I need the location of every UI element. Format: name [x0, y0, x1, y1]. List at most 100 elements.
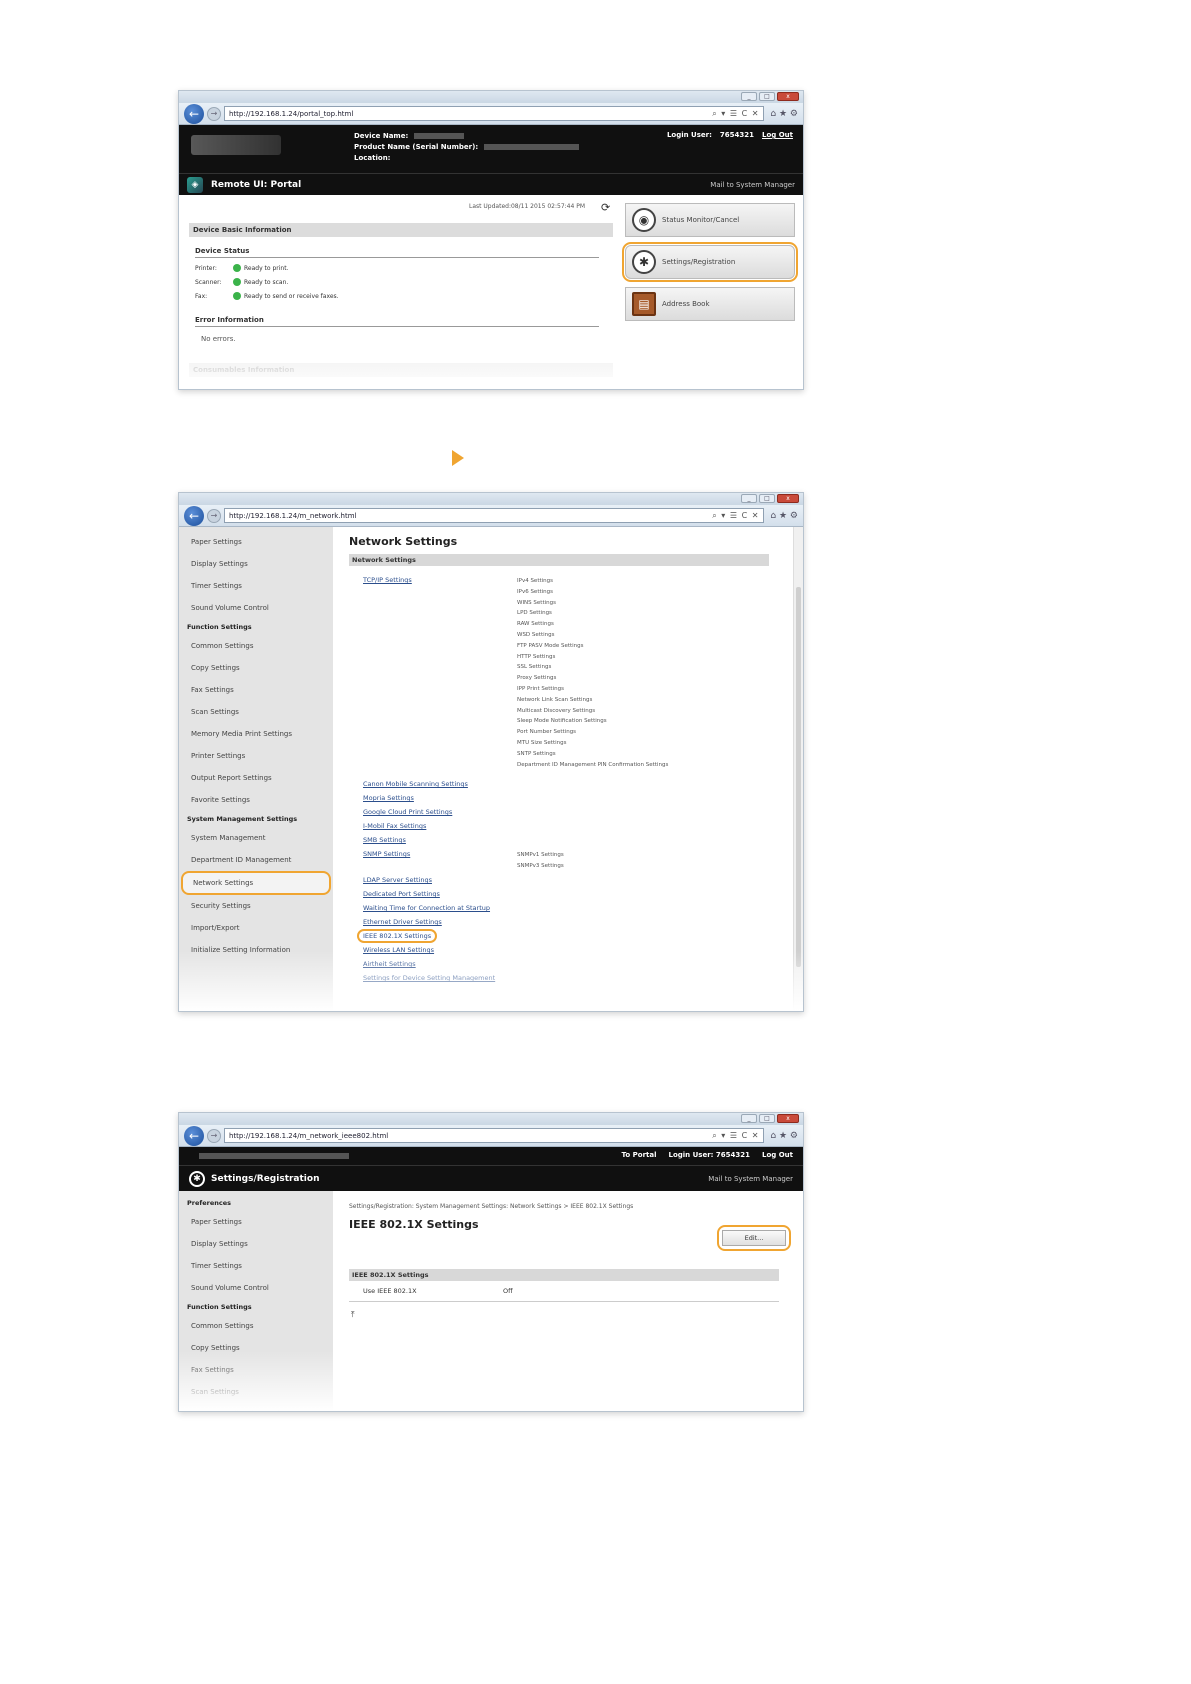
sidebar-item-memory-media-print-settings[interactable]: Memory Media Print Settings: [179, 1403, 333, 1411]
sidebar-item-system-management[interactable]: System Management: [179, 827, 333, 849]
sidebar-item-common-settings[interactable]: Common Settings: [179, 635, 333, 657]
sidebar-item-favorite-settings[interactable]: Favorite Settings: [179, 789, 333, 811]
network-link[interactable]: SMB Settings: [363, 836, 406, 844]
network-link[interactable]: Wireless LAN Settings: [363, 946, 434, 954]
sidebar-item-paper-settings[interactable]: Paper Settings: [179, 531, 333, 553]
url-tools-icon[interactable]: ⌕ ▾ ☰ C ✕: [712, 109, 759, 119]
tcpip-sub-item: FTP PASV Mode Settings: [517, 642, 584, 649]
network-link[interactable]: Dedicated Port Settings: [363, 890, 440, 898]
sidebar-item-common-settings[interactable]: Common Settings: [179, 1315, 333, 1337]
to-top-icon[interactable]: ⤒: [351, 1310, 793, 1320]
network-link[interactable]: SNMP Settings: [363, 850, 410, 858]
url-field[interactable]: http://192.168.1.24/portal_top.html ⌕ ▾ …: [224, 106, 765, 121]
login-user-value: 7654321: [719, 131, 754, 139]
back-arrow-icon[interactable]: ←: [184, 103, 204, 124]
sidebar-item-security-settings[interactable]: Security Settings: [179, 895, 333, 917]
network-link[interactable]: Waiting Time for Connection at Startup: [363, 904, 490, 912]
browser-nav-icons[interactable]: ⌂ ★ ⚙: [767, 109, 798, 119]
ieee-settings-bar: IEEE 802.1X Settings: [349, 1269, 779, 1281]
sidebar-category-function-settings: Function Settings: [187, 623, 252, 631]
mail-to-manager-link[interactable]: Mail to System Manager: [708, 1175, 793, 1183]
url-field[interactable]: http://192.168.1.24/m_network.html ⌕ ▾ ☰…: [224, 508, 765, 523]
maximize-button[interactable]: □: [759, 92, 775, 101]
refresh-icon[interactable]: ⟳: [601, 201, 610, 214]
close-button[interactable]: x: [777, 92, 799, 101]
browser-nav-icons[interactable]: ⌂ ★ ⚙: [767, 1131, 798, 1141]
address-book-label: Address Book: [662, 300, 710, 308]
minimize-button[interactable]: _: [741, 494, 757, 503]
network-link[interactable]: Mopria Settings: [363, 794, 414, 802]
url-tools-icon[interactable]: ⌕ ▾ ☰ C ✕: [712, 1131, 759, 1141]
network-link[interactable]: Google Cloud Print Settings: [363, 808, 452, 816]
network-link[interactable]: Settings for Device Setting Management: [363, 974, 495, 982]
window-titlebar: _ □ x: [179, 1113, 803, 1125]
window-titlebar: _ □ x: [179, 493, 803, 505]
settings-registration-button[interactable]: ✱ Settings/Registration: [622, 242, 798, 282]
network-link[interactable]: Airtheit Settings: [363, 960, 416, 968]
mail-to-manager-link[interactable]: Mail to System Manager: [710, 181, 795, 189]
minimize-button[interactable]: _: [741, 92, 757, 101]
status-label: Printer:: [195, 264, 217, 272]
maximize-button[interactable]: □: [759, 494, 775, 503]
address-bar: ← → http://192.168.1.24/m_network.html ⌕…: [179, 505, 803, 527]
maximize-button[interactable]: □: [759, 1114, 775, 1123]
gear-icon: ✱: [189, 1170, 205, 1187]
close-button[interactable]: x: [777, 494, 799, 503]
sidebar-item-network-settings[interactable]: Network Settings: [181, 871, 331, 895]
forward-arrow-icon[interactable]: →: [207, 1128, 221, 1143]
edit-highlight: Edit...: [717, 1225, 791, 1251]
sidebar-category-system-management-settings: System Management Settings: [187, 815, 298, 823]
logout-link[interactable]: Log Out: [762, 131, 793, 139]
tcpip-sub-item: Sleep Mode Notification Settings: [517, 718, 607, 725]
sidebar-item-scan-settings[interactable]: Scan Settings: [179, 701, 333, 723]
minimize-button[interactable]: _: [741, 1114, 757, 1123]
sidebar-item-fax-settings[interactable]: Fax Settings: [179, 679, 333, 701]
sidebar-item-sound-volume-control[interactable]: Sound Volume Control: [179, 1277, 333, 1299]
status-text: Ready to send or receive faxes.: [244, 292, 339, 300]
scrollbar[interactable]: [793, 527, 803, 1011]
sidebar-item-scan-settings[interactable]: Scan Settings: [179, 1381, 333, 1403]
sidebar-item-display-settings[interactable]: Display Settings: [179, 553, 333, 575]
sidebar-item-fax-settings[interactable]: Fax Settings: [179, 1359, 333, 1381]
edit-button[interactable]: Edit...: [722, 1230, 786, 1246]
ieee-content: Settings/Registration: System Management…: [333, 1191, 803, 1411]
forward-arrow-icon[interactable]: →: [207, 106, 221, 121]
back-arrow-icon[interactable]: ←: [184, 505, 204, 526]
sidebar-item-paper-settings[interactable]: Paper Settings: [179, 1211, 333, 1233]
scroll-thumb[interactable]: [796, 587, 801, 967]
sidebar-item-output-report-settings[interactable]: Output Report Settings: [179, 767, 333, 789]
sidebar-item-timer-settings[interactable]: Timer Settings: [179, 575, 333, 597]
network-link[interactable]: I-Mobil Fax Settings: [363, 822, 426, 830]
sidebar-item-memory-media-print-settings[interactable]: Memory Media Print Settings: [179, 723, 333, 745]
status-ok-icon: [233, 292, 241, 300]
sidebar-item-department-id-management[interactable]: Department ID Management: [179, 849, 333, 871]
status-monitor-button[interactable]: ◉ Status Monitor/Cancel: [625, 203, 795, 237]
sidebar-item-import-export[interactable]: Import/Export: [179, 917, 333, 939]
logout-link[interactable]: Log Out: [762, 1151, 793, 1165]
back-arrow-icon[interactable]: ←: [184, 1125, 204, 1146]
tcpip-settings-link[interactable]: TCP/IP Settings: [363, 576, 412, 584]
forward-arrow-icon[interactable]: →: [207, 508, 221, 523]
device-logo: [191, 135, 281, 155]
sidebar-item-copy-settings[interactable]: Copy Settings: [179, 1337, 333, 1359]
sidebar-item-timer-settings[interactable]: Timer Settings: [179, 1255, 333, 1277]
table-row: Use IEEE 802.1X Off: [349, 1281, 779, 1302]
url-field[interactable]: http://192.168.1.24/m_network_ieee802.ht…: [224, 1128, 765, 1143]
sidebar-item-display-settings[interactable]: Display Settings: [179, 1233, 333, 1255]
network-link[interactable]: Canon Mobile Scanning Settings: [363, 780, 468, 788]
address-bar: ← → http://192.168.1.24/portal_top.html …: [179, 103, 803, 125]
to-portal-link[interactable]: To Portal: [622, 1151, 657, 1165]
network-link[interactable]: Ethernet Driver Settings: [363, 918, 442, 926]
url-tools-icon[interactable]: ⌕ ▾ ☰ C ✕: [712, 511, 759, 521]
snmp-sub-item: SNMPv3 Settings: [517, 863, 564, 870]
eye-icon: ◉: [632, 208, 656, 232]
close-button[interactable]: x: [777, 1114, 799, 1123]
sidebar-item-copy-settings[interactable]: Copy Settings: [179, 657, 333, 679]
sidebar-item-initialize-setting-information[interactable]: Initialize Setting Information: [179, 939, 333, 961]
network-link[interactable]: LDAP Server Settings: [363, 876, 432, 884]
ieee-8021x-settings-link[interactable]: IEEE 802.1X Settings: [357, 929, 438, 944]
sidebar-item-printer-settings[interactable]: Printer Settings: [179, 745, 333, 767]
sidebar-item-sound-volume-control[interactable]: Sound Volume Control: [179, 597, 333, 619]
address-book-button[interactable]: ▤ Address Book: [625, 287, 795, 321]
browser-nav-icons[interactable]: ⌂ ★ ⚙: [767, 511, 798, 521]
